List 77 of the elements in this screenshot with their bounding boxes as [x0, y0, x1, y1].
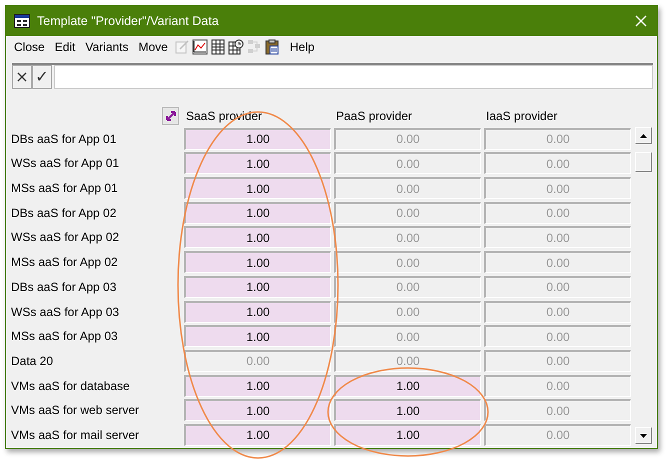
value-field[interactable]: 0.00 — [484, 300, 631, 322]
value-field[interactable]: 0.00 — [184, 350, 331, 372]
row-label: DBs aaS for App 02 — [10, 206, 118, 220]
scroll-thumb[interactable] — [635, 152, 652, 172]
row-label: MSs aaS for App 03 — [10, 329, 119, 344]
value-field[interactable]: 0.00 — [484, 128, 631, 150]
menu-item[interactable]: Edit — [50, 38, 80, 56]
value-field[interactable]: 0.00 — [334, 128, 481, 150]
column-header: IaaS provider — [485, 109, 558, 125]
row-label: Data 20 — [10, 354, 54, 368]
row-label: WSs aaS for App 01 — [10, 156, 120, 170]
value-field[interactable]: 0.00 — [484, 374, 631, 397]
value-field[interactable]: 1.00 — [184, 251, 331, 274]
value-field[interactable]: 1.00 — [334, 424, 481, 446]
value-field[interactable]: 0.00 — [334, 300, 481, 322]
value-field[interactable]: 0.00 — [484, 325, 631, 348]
value-field[interactable]: 1.00 — [184, 226, 331, 248]
row-label: WSs aaS for App 02 — [10, 230, 120, 244]
row-label: VMs aaS for mail server — [10, 428, 140, 442]
row-label: MSs aaS for App 01 — [10, 181, 119, 196]
value-field[interactable]: 1.00 — [184, 128, 331, 150]
value-field[interactable]: 1.00 — [184, 399, 331, 422]
value-field[interactable]: 1.00 — [334, 399, 481, 422]
row-label: DBs aaS for App 01 — [10, 132, 118, 146]
toolbar-icon[interactable] — [264, 39, 280, 55]
cancel-button[interactable]: × — [12, 65, 32, 89]
value-field[interactable]: 1.00 — [184, 374, 331, 397]
diagonal-arrow-icon — [164, 110, 176, 122]
row-label: WSs aaS for App 03 — [10, 304, 120, 318]
menu-item[interactable]: Close — [9, 38, 50, 56]
scroll-up-button[interactable] — [635, 127, 652, 144]
row-label: VMs aaS for database — [10, 378, 131, 393]
value-field[interactable]: 0.00 — [334, 226, 481, 248]
up-arrow-icon — [640, 134, 647, 138]
column-header: PaaS provider — [335, 109, 414, 125]
value-field[interactable]: 1.00 — [184, 177, 331, 200]
input-field[interactable] — [54, 65, 653, 89]
value-field[interactable]: 1.00 — [184, 202, 331, 224]
menu-item[interactable]: Move — [134, 38, 173, 56]
toolbar-icon[interactable] — [228, 39, 244, 55]
value-field[interactable]: 0.00 — [334, 350, 481, 372]
confirm-button[interactable]: ✓ — [32, 65, 52, 89]
value-field[interactable]: 1.00 — [184, 325, 331, 348]
value-field[interactable]: 1.00 — [184, 300, 331, 322]
menu-item[interactable]: Variants — [80, 38, 134, 56]
scrollbar[interactable] — [635, 127, 652, 444]
row-label: VMs aaS for web server — [10, 403, 140, 418]
value-field[interactable]: 0.00 — [484, 399, 631, 422]
menu-item[interactable]: Help — [284, 38, 320, 56]
scroll-down-button[interactable] — [635, 427, 652, 444]
down-arrow-icon — [640, 434, 647, 438]
close-icon[interactable] — [635, 15, 647, 27]
value-field[interactable]: 0.00 — [484, 177, 631, 200]
row-label: MSs aaS for App 02 — [10, 255, 119, 270]
value-field[interactable]: 1.00 — [184, 276, 331, 298]
value-field[interactable]: 0.00 — [484, 152, 631, 174]
value-field[interactable]: 0.00 — [484, 202, 631, 224]
value-field[interactable]: 0.00 — [484, 350, 631, 372]
value-field[interactable]: 0.00 — [334, 276, 481, 298]
toolbar-icon[interactable] — [210, 39, 226, 55]
row-label: DBs aaS for App 03 — [10, 280, 118, 294]
value-field[interactable]: 0.00 — [484, 424, 631, 446]
value-field[interactable]: 1.00 — [184, 152, 331, 174]
value-field[interactable]: 1.00 — [334, 374, 481, 397]
value-field[interactable]: 0.00 — [334, 325, 481, 348]
toolbar-icon[interactable] — [192, 39, 208, 55]
value-field[interactable]: 0.00 — [334, 177, 481, 200]
value-field[interactable]: 0.00 — [334, 152, 481, 174]
value-field[interactable]: 1.00 — [184, 424, 331, 446]
resize-button[interactable] — [162, 107, 179, 125]
window-title: Template "Provider"/Variant Data — [37, 14, 220, 28]
value-field[interactable]: 0.00 — [484, 276, 631, 298]
value-field[interactable]: 0.00 — [334, 202, 481, 224]
value-field[interactable]: 0.00 — [484, 226, 631, 248]
app-icon — [14, 14, 30, 28]
value-field[interactable]: 0.00 — [334, 251, 481, 274]
value-field[interactable]: 0.00 — [484, 251, 631, 274]
